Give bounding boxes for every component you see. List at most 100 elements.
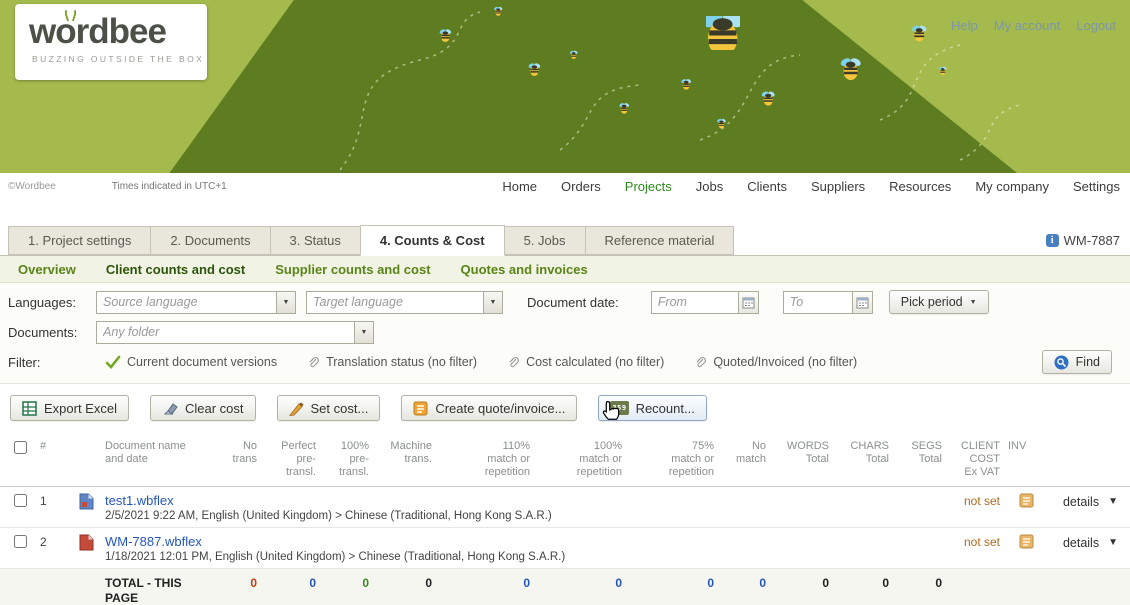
logout-link[interactable]: Logout — [1076, 18, 1116, 33]
folder-input[interactable] — [96, 321, 355, 344]
info-icon[interactable]: i — [1046, 234, 1059, 247]
main-navbar: ©Wordbee Times indicated in UTC+1 Home O… — [0, 173, 1130, 199]
table-row: 2 WM-7887.wbflex 1/18/2021 12:01 PM, Eng… — [0, 528, 1130, 569]
project-code-label: WM-7887 — [1064, 233, 1120, 248]
total-chars: 0 — [835, 576, 895, 605]
copyright-text: ©Wordbee — [8, 181, 56, 192]
document-link[interactable]: test1.wbflex — [105, 493, 174, 508]
bee-icon — [438, 28, 456, 46]
find-button[interactable]: Find — [1042, 350, 1112, 374]
subtab-supplier-counts[interactable]: Supplier counts and cost — [275, 262, 430, 277]
table-row: 1 test1.wbflex 2/5/2021 9:22 AM, English… — [0, 487, 1130, 528]
bee-icon — [569, 50, 583, 64]
tab-counts-and-cost[interactable]: 4. Counts & Cost — [360, 225, 505, 256]
my-account-link[interactable]: My account — [994, 18, 1060, 33]
total-words: 0 — [772, 576, 835, 605]
target-language-dropdown-button[interactable]: ▼ — [484, 291, 503, 314]
target-language-combo: ▼ — [306, 291, 503, 314]
details-cell: details ▼ — [1046, 528, 1130, 568]
paperclip-icon — [507, 355, 520, 370]
calendar-icon[interactable] — [853, 291, 873, 314]
col-header-110-match: 110% match or repetition — [438, 440, 536, 480]
bee-icon — [527, 62, 545, 80]
tab-project-settings[interactable]: 1. Project settings — [8, 226, 151, 255]
totals-row: TOTAL - THIS PAGE 0 0 0 0 0 0 0 0 0 0 0 — [0, 569, 1130, 605]
client-cost-value: not set — [948, 528, 1006, 568]
clear-cost-button[interactable]: Clear cost — [150, 395, 256, 421]
bee-icon — [760, 90, 777, 107]
chevron-down-icon: ▼ — [361, 329, 368, 336]
col-header-client-cost: CLIENT COST Ex VAT — [948, 440, 1006, 480]
row-checkbox[interactable] — [14, 535, 27, 548]
nav-item-settings[interactable]: Settings — [1073, 179, 1120, 194]
subtab-overview[interactable]: Overview — [18, 262, 76, 277]
invoice-icon[interactable] — [1019, 493, 1034, 508]
tab-reference-material[interactable]: Reference material — [585, 226, 735, 255]
nav-item-suppliers[interactable]: Suppliers — [811, 179, 865, 194]
subtab-client-counts[interactable]: Client counts and cost — [106, 262, 245, 277]
chevron-down-icon: ▼ — [283, 299, 290, 306]
source-language-input[interactable] — [96, 291, 277, 314]
invoice-icon[interactable] — [1019, 534, 1034, 549]
nav-item-my-company[interactable]: My company — [975, 179, 1049, 194]
subtab-bar: Overview Client counts and cost Supplier… — [0, 256, 1130, 283]
chip-label: Translation status (no filter) — [326, 355, 477, 369]
help-link[interactable]: Help — [951, 18, 978, 33]
folder-dropdown-button[interactable]: ▼ — [355, 321, 374, 344]
chevron-down-icon[interactable]: ▼ — [1108, 537, 1118, 548]
row-number: 2 — [40, 528, 72, 568]
button-label: Export Excel — [44, 401, 117, 416]
source-language-combo: ▼ — [96, 291, 296, 314]
nav-item-projects[interactable]: Projects — [625, 179, 672, 194]
filter-current-versions[interactable]: Current document versions — [105, 355, 277, 369]
pick-period-button[interactable]: Pick period ▼ — [889, 290, 989, 314]
total-100-pretransl: 0 — [322, 576, 375, 605]
filter-translation-status[interactable]: Translation status (no filter) — [307, 355, 477, 370]
total-100-match: 0 — [536, 576, 628, 605]
check-icon — [105, 355, 121, 369]
create-quote-invoice-button[interactable]: Create quote/invoice... — [401, 395, 577, 421]
tab-status[interactable]: 3. Status — [270, 226, 361, 255]
calendar-icon[interactable] — [739, 291, 759, 314]
bee-antennae-icon — [64, 9, 78, 21]
select-all-checkbox[interactable] — [14, 441, 27, 454]
document-link[interactable]: WM-7887.wbflex — [105, 534, 202, 549]
details-button[interactable]: details — [1063, 536, 1099, 550]
excel-icon — [22, 401, 37, 416]
date-to-input[interactable] — [783, 291, 853, 314]
source-language-dropdown-button[interactable]: ▼ — [277, 291, 296, 314]
set-cost-button[interactable]: Set cost... — [277, 395, 381, 421]
row-checkbox[interactable] — [14, 494, 27, 507]
paintbrush-icon — [289, 401, 304, 416]
wordbee-logo[interactable]: wordbee BUZZING OUTSIDE THE BOX — [15, 4, 207, 80]
filter-cost-calculated[interactable]: Cost calculated (no filter) — [507, 355, 664, 370]
button-label: Clear cost — [185, 401, 244, 416]
filter-quoted-invoiced[interactable]: Quoted/Invoiced (no filter) — [694, 355, 857, 370]
tab-jobs[interactable]: 5. Jobs — [504, 226, 586, 255]
search-icon — [1054, 355, 1069, 370]
subtab-quotes-invoices[interactable]: Quotes and invoices — [461, 262, 588, 277]
nav-item-home[interactable]: Home — [502, 179, 537, 194]
nav-item-jobs[interactable]: Jobs — [696, 179, 723, 194]
export-excel-button[interactable]: Export Excel — [10, 395, 129, 421]
nav-item-resources[interactable]: Resources — [889, 179, 951, 194]
tab-documents[interactable]: 2. Documents — [150, 226, 270, 255]
nav-item-clients[interactable]: Clients — [747, 179, 787, 194]
recount-button[interactable]: 359 Recount... — [598, 395, 706, 421]
details-button[interactable]: details — [1063, 495, 1099, 509]
button-label: Recount... — [636, 401, 695, 416]
date-to-group — [783, 291, 873, 314]
paperclip-icon — [307, 355, 320, 370]
chevron-down-icon[interactable]: ▼ — [1108, 496, 1118, 507]
bee-icon — [706, 16, 740, 50]
button-label: Create quote/invoice... — [435, 401, 565, 416]
col-header-segs-total: SEGS Total — [895, 440, 948, 480]
nav-menu: Home Orders Projects Jobs Clients Suppli… — [502, 179, 1120, 194]
document-info: 2/5/2021 9:22 AM, English (United Kingdo… — [105, 510, 552, 522]
bee-icon — [840, 58, 862, 80]
logo-text: wordbee — [15, 4, 207, 52]
date-from-input[interactable] — [651, 291, 739, 314]
target-language-input[interactable] — [306, 291, 484, 314]
invoice-icon — [413, 401, 428, 416]
nav-item-orders[interactable]: Orders — [561, 179, 601, 194]
